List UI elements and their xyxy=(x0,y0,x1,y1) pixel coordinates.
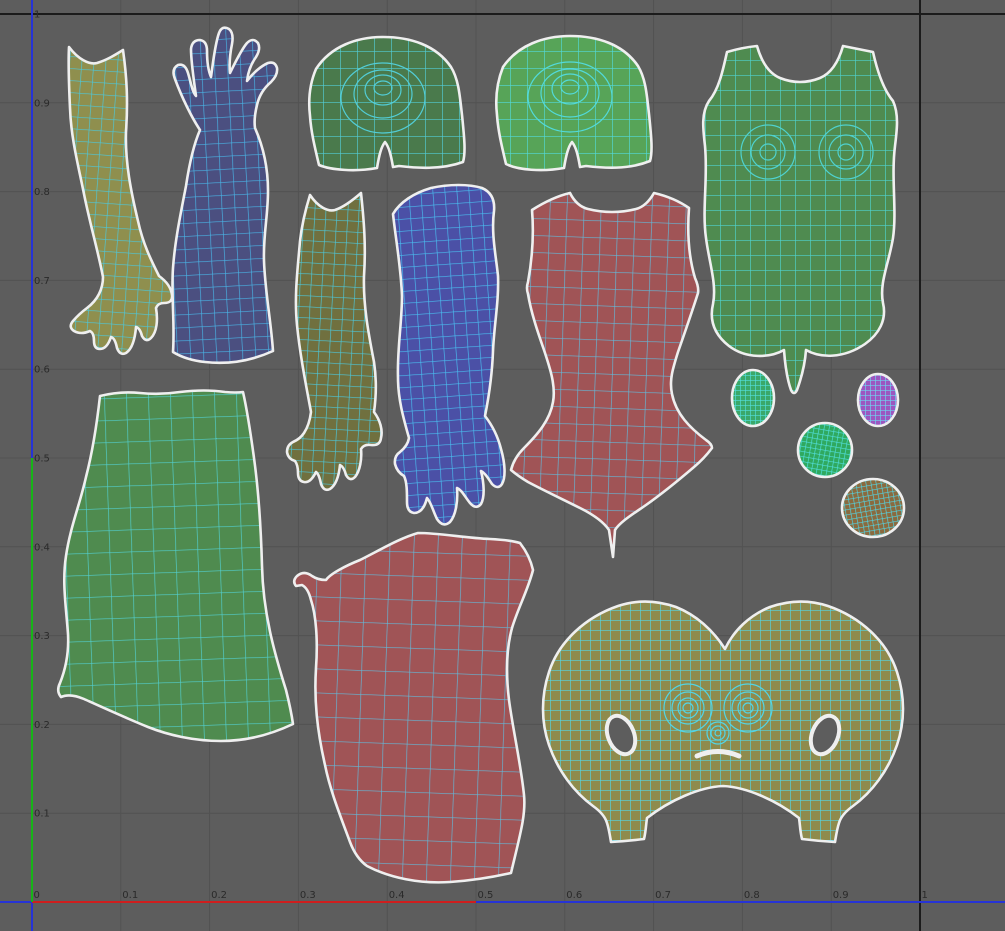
u-tick-label: 0.4 xyxy=(389,890,405,901)
u-tick-label: 0.2 xyxy=(211,890,227,901)
u-tick-label: 1 xyxy=(922,890,928,901)
u-tick-label: 0.6 xyxy=(566,890,582,901)
v-tick-label: 0.1 xyxy=(34,809,50,820)
v-tick-label: 1 xyxy=(34,10,40,21)
u-tick-label: 0.8 xyxy=(744,890,760,901)
v-tick-label: 0.4 xyxy=(34,542,50,553)
u-tick-label: 0.9 xyxy=(833,890,849,901)
v-tick-label: 0.7 xyxy=(34,276,50,287)
v-tick-label: 0.2 xyxy=(34,720,50,731)
v-tick-label: 0.3 xyxy=(34,631,50,642)
u-tick-label: 0.7 xyxy=(655,890,671,901)
uv-editor-canvas[interactable]: 1 0.9 0.8 0.7 0.6 0.5 0.4 0.3 0.2 0.1 0 0.1 0.2 0.3 0.… xyxy=(0,0,1005,931)
u-tick-label: 0 xyxy=(34,890,40,901)
u-tick-label: 0.3 xyxy=(300,890,316,901)
v-tick-label: 0.6 xyxy=(34,365,50,376)
v-tick-label: 0.8 xyxy=(34,187,50,198)
v-tick-label: 0.5 xyxy=(34,454,50,465)
v-tick-label: 0.9 xyxy=(34,98,50,109)
u-tick-label: 0.5 xyxy=(478,890,494,901)
uv-editor-viewport[interactable]: 1 0.9 0.8 0.7 0.6 0.5 0.4 0.3 0.2 0.1 0 0.1 0.2 0.3 0.… xyxy=(0,0,1005,931)
u-tick-label: 0.1 xyxy=(122,890,138,901)
